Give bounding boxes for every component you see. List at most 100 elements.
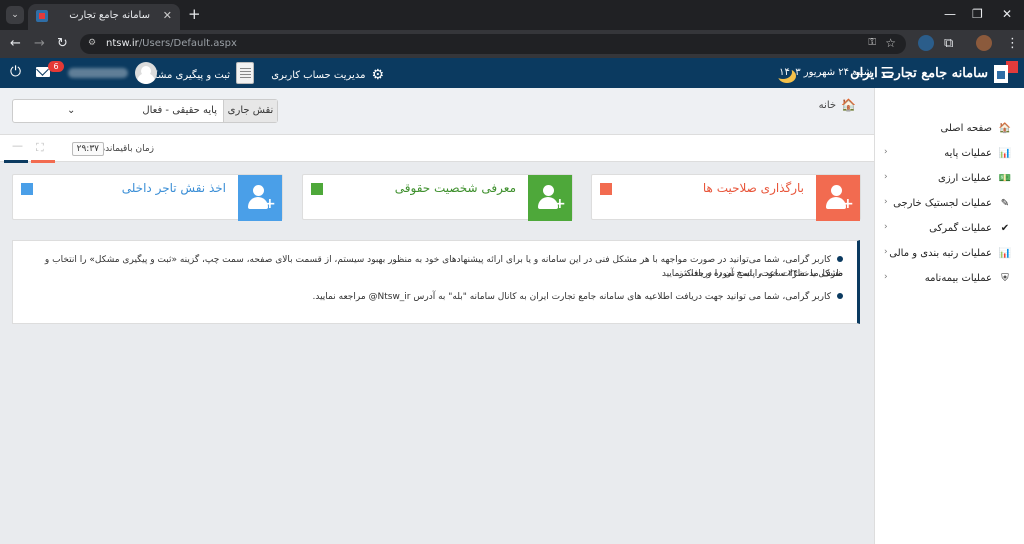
sidebar: 🏠 صفحه اصلی 📊 عملیات پایه ‹ 💵 عملیات ارز…	[874, 88, 1024, 544]
session-timer-bar: زمان باقیمانده ۲۹:۳۷ ⛶ —	[0, 134, 874, 163]
account-management-link[interactable]: ⚙ مدیریت حساب کاربری	[271, 67, 384, 83]
bullet-icon	[837, 256, 843, 262]
sidebar-item-home[interactable]: 🏠 صفحه اصلی	[874, 116, 1024, 140]
url-text: ntsw.ir/Users/Default.aspx	[106, 38, 237, 49]
tab-indicator	[31, 160, 55, 163]
breadcrumb-home: خانه	[818, 99, 837, 111]
sidebar-item-label: عملیات گمرکی	[929, 222, 992, 234]
site-favicon-icon	[36, 10, 48, 22]
card-title: معرفی شخصیت حقوقی	[394, 181, 516, 195]
sidebar-item-customs-operations[interactable]: ✔ عملیات گمرکی ‹	[874, 216, 1024, 240]
expand-icon[interactable]: ⛶	[36, 141, 44, 155]
extension-icon[interactable]	[918, 35, 934, 51]
brand-logo[interactable]: سامانه جامع تجارت ایران	[850, 61, 1018, 85]
address-bar[interactable]: ⚙ ntsw.ir/Users/Default.aspx ⚿ ☆	[80, 34, 906, 54]
chart-icon: 📊	[998, 247, 1012, 259]
close-window-button[interactable]: ✕	[1002, 7, 1012, 21]
password-key-icon[interactable]: ⚿	[868, 37, 876, 48]
sidebar-item-label: صفحه اصلی	[940, 122, 992, 134]
current-role-value[interactable]: پایه حقیقی - فعال ⌄	[13, 100, 223, 122]
current-role-label: نقش جاری	[223, 100, 277, 122]
ntsw-logo-icon	[994, 61, 1018, 85]
upload-qualifications-card[interactable]: + بارگذاری صلاحیت ها	[591, 174, 861, 221]
sidebar-item-label: عملیات بیمه‌نامه	[924, 272, 992, 284]
shield-icon: ⛨	[1001, 272, 1009, 284]
check-icon: ✔	[1000, 222, 1010, 234]
remaining-time-label: زمان باقیمانده	[100, 144, 154, 154]
money-icon: 💵	[998, 172, 1012, 184]
restore-window-button[interactable]: ❐	[972, 7, 983, 21]
gears-icon: ⚙	[371, 67, 384, 83]
current-role-select[interactable]: نقش جاری پایه حقیقی - فعال ⌄	[12, 99, 278, 123]
chevron-icon: ‹	[884, 172, 888, 182]
breadcrumb[interactable]: 🏠 خانه	[819, 98, 856, 112]
back-button[interactable]: ←	[10, 36, 21, 51]
chevron-down-icon: ⌄	[67, 105, 76, 116]
tab-title: سامانه جامع تجارت	[69, 10, 150, 21]
forward-button[interactable]: →	[34, 36, 45, 51]
sidebar-item-insurance[interactable]: ⛨ عملیات بیمه‌نامه ‹	[874, 266, 1024, 290]
breadcrumb-bar: 🏠 خانه نقش جاری پایه حقیقی - فعال ⌄	[0, 88, 874, 134]
announcement-item-continued: ظرف مدت ۲۴ ساعت، پاسخ آن را دریافت نمایی…	[661, 269, 843, 279]
sidebar-item-label: عملیات پایه	[944, 147, 992, 159]
sidebar-item-rating-finance[interactable]: 📊 عملیات رتبه بندی و مالی ‹	[874, 241, 1024, 265]
edit-icon: ✎	[1000, 197, 1010, 209]
issue-tracking-link[interactable]: ثبت و پیگیری مشکل	[145, 62, 254, 84]
profile-avatar-icon[interactable]	[976, 35, 992, 51]
browser-tab-bar: ⌄ سامانه جامع تجارت ✕ + — ❐ ✕	[0, 0, 1024, 30]
card-color-marker	[21, 183, 33, 195]
chart-icon: 📊	[998, 147, 1012, 159]
issue-tracking-label: ثبت و پیگیری مشکل	[144, 69, 230, 81]
minimize-window-button[interactable]: —	[944, 7, 956, 21]
chevron-icon: ‹	[884, 272, 888, 282]
user-avatar[interactable]	[135, 62, 157, 84]
new-tab-button[interactable]: +	[188, 5, 201, 23]
chevron-icon: ‹	[884, 222, 888, 232]
collapse-icon[interactable]: —	[12, 139, 23, 152]
announcements-panel: کاربر گرامی، شما می‌توانید در صورت مواجه…	[12, 240, 860, 324]
main-content: 🏠 خانه نقش جاری پایه حقیقی - فعال ⌄ زمان …	[0, 88, 874, 544]
clipboard-icon	[236, 62, 254, 84]
sidebar-item-currency-operations[interactable]: 💵 عملیات ارزی ‹	[874, 166, 1024, 190]
browser-menu-icon[interactable]: ⋮	[1006, 36, 1019, 51]
introduce-legal-entity-card[interactable]: + معرفی شخصیت حقوقی	[302, 174, 573, 221]
app-header: سامانه جامع تجارت ایران ☰ شنبه ۲۴ شهریور…	[0, 58, 1024, 88]
notification-badge: 6	[48, 61, 64, 72]
add-user-icon: +	[816, 175, 860, 221]
menu-toggle-icon[interactable]: ☰	[881, 64, 894, 82]
browser-tab[interactable]: سامانه جامع تجارت ✕	[28, 4, 180, 30]
card-color-marker	[311, 183, 323, 195]
domestic-trader-role-card[interactable]: + اخذ نقش تاجر داخلی	[12, 174, 283, 221]
home-icon: 🏠	[841, 98, 856, 112]
reload-button[interactable]: ↻	[57, 36, 68, 51]
sidebar-item-label: عملیات لجستیک خارجی	[893, 197, 992, 209]
browser-toolbar: ← → ↻ ⚙ ntsw.ir/Users/Default.aspx ⚿ ☆ ⧉…	[0, 30, 1024, 58]
sidebar-item-basic-operations[interactable]: 📊 عملیات پایه ‹	[874, 141, 1024, 165]
bookmark-star-icon[interactable]: ☆	[885, 36, 896, 50]
tab-search-button[interactable]: ⌄	[6, 6, 24, 24]
close-tab-icon[interactable]: ✕	[163, 9, 172, 22]
current-date: شنبه ۲۴ شهریور ۱۴۰۳	[779, 67, 872, 78]
tab-indicator	[4, 160, 28, 163]
chevron-icon: ‹	[884, 197, 888, 207]
chevron-icon: ‹	[884, 147, 888, 157]
logout-power-icon[interactable]: ⏻	[10, 64, 21, 80]
sidebar-item-label: عملیات ارزی	[938, 172, 992, 184]
add-user-icon: +	[528, 175, 572, 221]
add-user-icon: +	[238, 175, 282, 221]
moon-icon	[774, 65, 792, 79]
card-title: اخذ نقش تاجر داخلی	[121, 181, 226, 195]
bullet-icon	[837, 293, 843, 299]
home-icon: 🏠	[998, 122, 1012, 134]
site-info-icon[interactable]: ⚙	[88, 38, 100, 50]
chevron-icon: ‹	[884, 247, 888, 257]
user-name-blurred	[68, 68, 128, 78]
sidebar-item-logistics-operations[interactable]: ✎ عملیات لجستیک خارجی ‹	[874, 191, 1024, 215]
sidebar-item-label: عملیات رتبه بندی و مالی	[889, 247, 992, 259]
extensions-puzzle-icon[interactable]: ⧉	[944, 36, 953, 51]
account-management-label: مدیریت حساب کاربری	[271, 69, 366, 81]
card-color-marker	[600, 183, 612, 195]
announcement-item: کاربر گرامی، شما می توانید جهت دریافت اط…	[23, 290, 843, 304]
remaining-time-value: ۲۹:۳۷	[71, 142, 104, 156]
card-title: بارگذاری صلاحیت ها	[702, 181, 804, 195]
